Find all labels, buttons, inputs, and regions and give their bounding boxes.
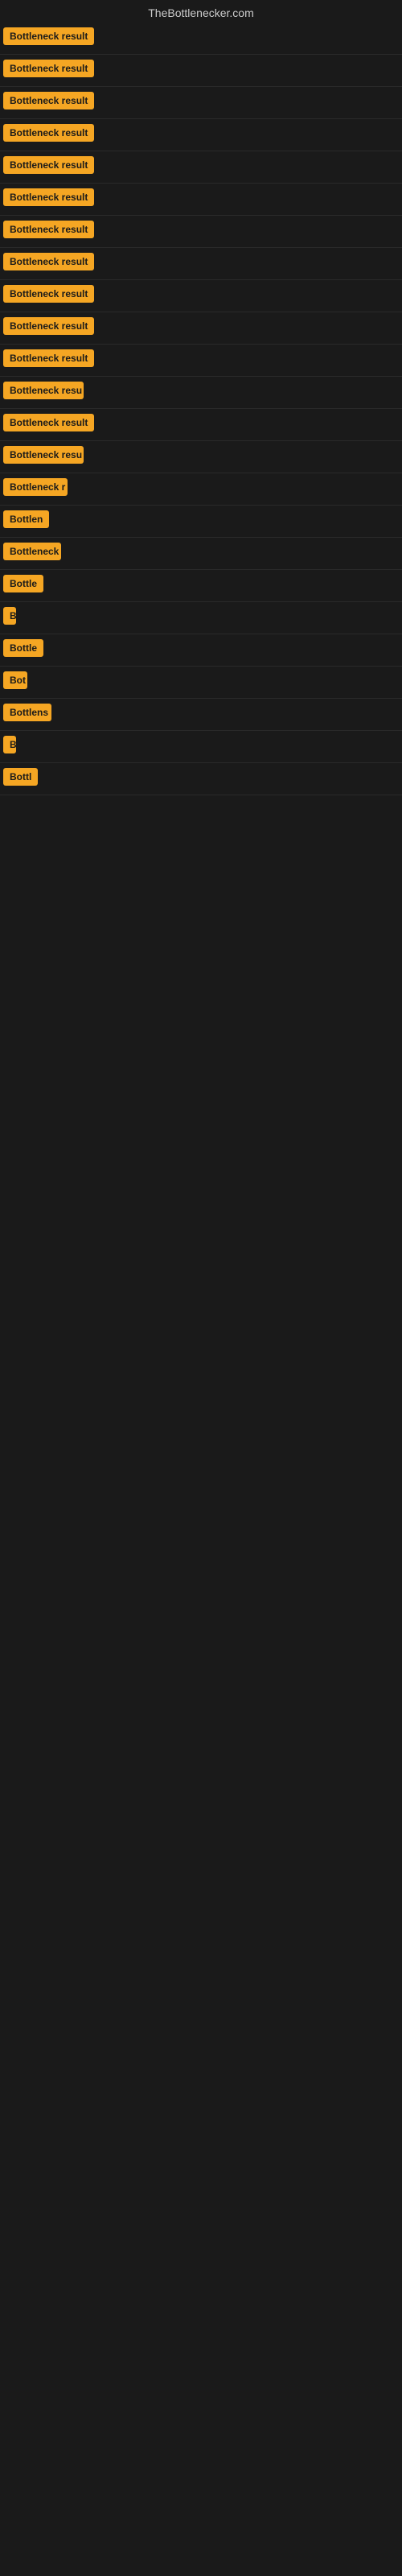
result-row: Bottleneck result <box>0 312 402 345</box>
result-row: B <box>0 731 402 763</box>
result-row: Bottleneck result <box>0 345 402 377</box>
bottleneck-badge[interactable]: Bottleneck result <box>3 221 94 238</box>
bottleneck-badge[interactable]: Bottleneck result <box>3 124 94 142</box>
bottleneck-badge[interactable]: B <box>3 607 16 625</box>
result-row: Bottleneck result <box>0 151 402 184</box>
result-row: Bottleneck result <box>0 87 402 119</box>
bottleneck-badge[interactable]: Bottleneck result <box>3 253 94 270</box>
site-title: TheBottlenecker.com <box>0 0 402 23</box>
result-row: Bottleneck result <box>0 55 402 87</box>
result-row: Bottleneck result <box>0 216 402 248</box>
result-row: Bottlens <box>0 699 402 731</box>
result-row: B <box>0 602 402 634</box>
bottleneck-badge[interactable]: Bottleneck result <box>3 414 94 431</box>
result-row: Bottleneck r <box>0 473 402 506</box>
bottleneck-badge[interactable]: Bottlens <box>3 704 51 721</box>
bottleneck-badge[interactable]: Bot <box>3 671 27 689</box>
result-row: Bottlen <box>0 506 402 538</box>
result-row: Bottleneck result <box>0 409 402 441</box>
result-row: Bottleneck result <box>0 280 402 312</box>
result-row: Bottl <box>0 763 402 795</box>
bottleneck-badge[interactable]: Bottleneck result <box>3 27 94 45</box>
result-row: Bottle <box>0 634 402 667</box>
result-row: Bottleneck result <box>0 248 402 280</box>
bottleneck-badge[interactable]: Bottleneck result <box>3 285 94 303</box>
result-row: Bottleneck result <box>0 23 402 55</box>
bottleneck-badge[interactable]: Bottlen <box>3 510 49 528</box>
bottleneck-badge[interactable]: B <box>3 736 16 753</box>
bottleneck-badge[interactable]: Bottleneck result <box>3 60 94 77</box>
result-row: Bottleneck result <box>0 184 402 216</box>
bottleneck-badge[interactable]: Bottleneck resu <box>3 382 84 399</box>
bottleneck-badge[interactable]: Bottleneck result <box>3 349 94 367</box>
bottleneck-badge[interactable]: Bottleneck result <box>3 92 94 109</box>
bottleneck-badge[interactable]: Bottleneck resu <box>3 446 84 464</box>
bottleneck-badge[interactable]: Bottl <box>3 768 38 786</box>
bottleneck-badge[interactable]: Bottleneck r <box>3 478 68 496</box>
result-row: Bot <box>0 667 402 699</box>
bottleneck-badge[interactable]: Bottle <box>3 639 43 657</box>
bottleneck-badge[interactable]: Bottleneck <box>3 543 61 560</box>
bottleneck-badge[interactable]: Bottleneck result <box>3 317 94 335</box>
result-row: Bottleneck result <box>0 119 402 151</box>
result-row: Bottleneck resu <box>0 377 402 409</box>
result-row: Bottleneck resu <box>0 441 402 473</box>
result-row: Bottle <box>0 570 402 602</box>
bottleneck-badge[interactable]: Bottleneck result <box>3 188 94 206</box>
result-row: Bottleneck <box>0 538 402 570</box>
bottleneck-badge[interactable]: Bottleneck result <box>3 156 94 174</box>
bottleneck-badge[interactable]: Bottle <box>3 575 43 592</box>
